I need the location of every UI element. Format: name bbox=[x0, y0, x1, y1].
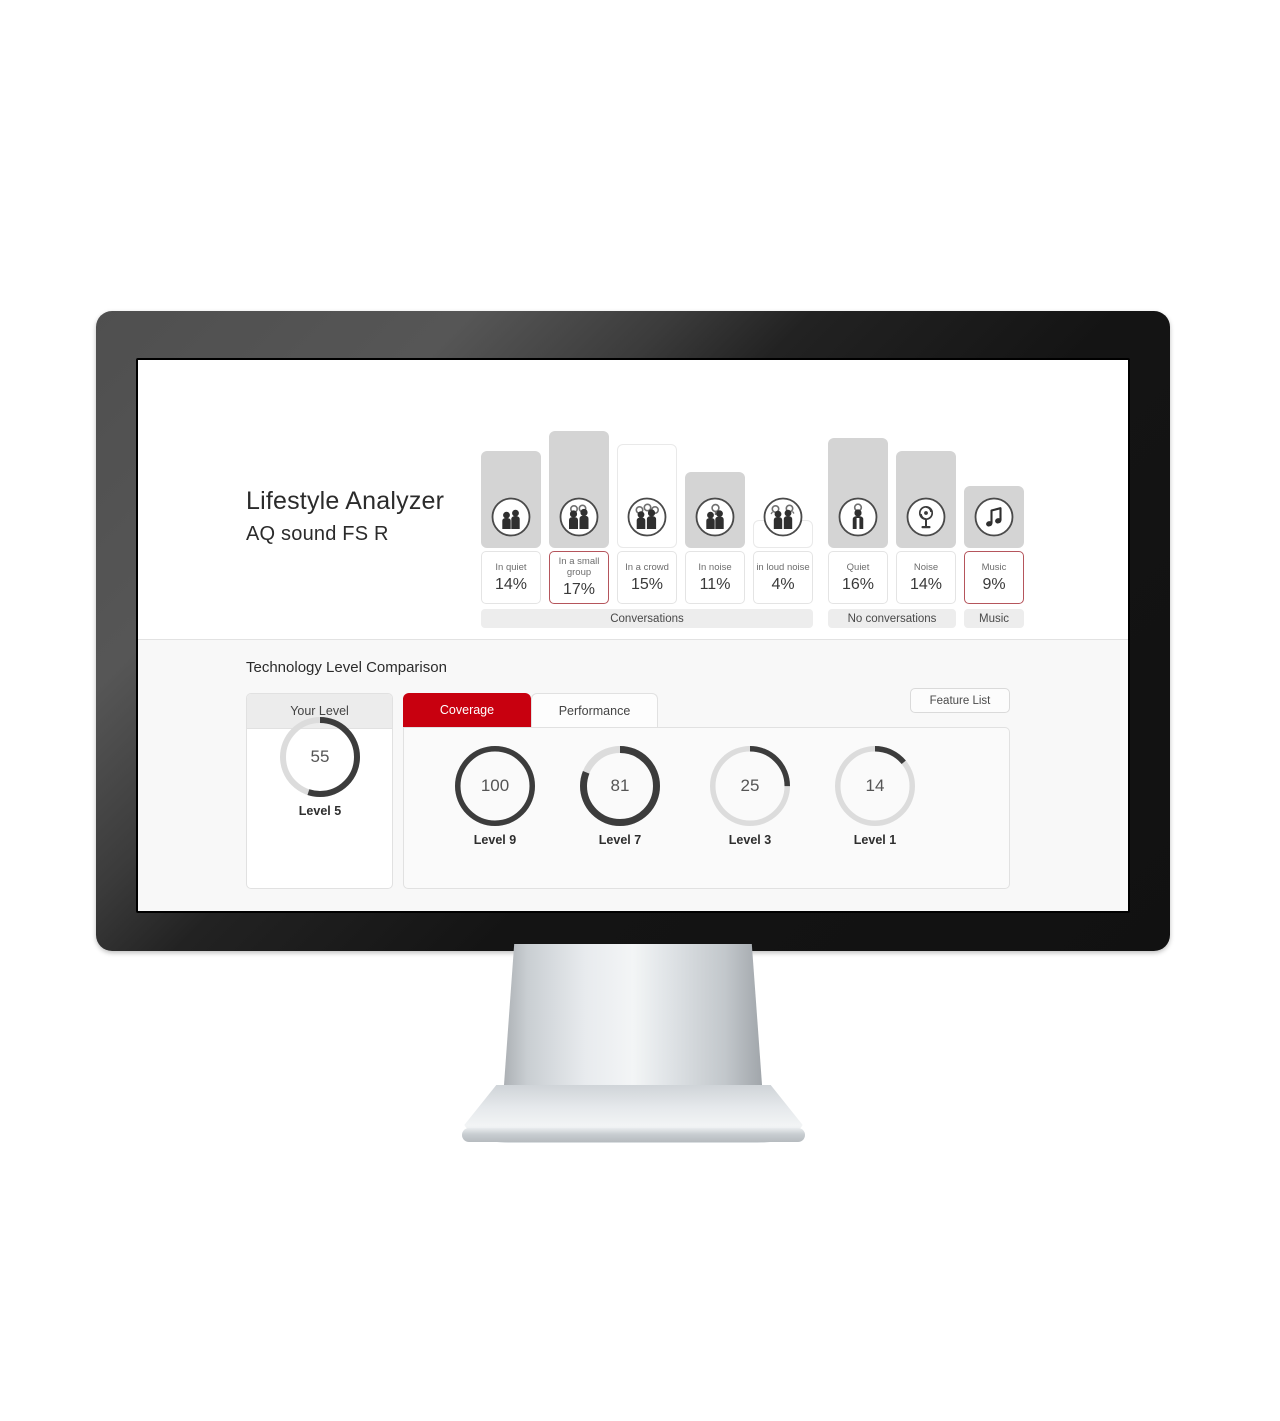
bar-column[interactable] bbox=[896, 417, 956, 548]
level-ring-cell[interactable]: 81 Level 7 bbox=[564, 745, 676, 847]
value-box-percent: 16% bbox=[841, 575, 875, 593]
value-box-label: In a crowd bbox=[625, 561, 669, 573]
value-box-label: In quiet bbox=[495, 561, 527, 573]
value-box-label: Quiet bbox=[846, 561, 870, 573]
value-box-percent: 9% bbox=[982, 575, 1006, 593]
level-ring-value: 55 bbox=[310, 747, 330, 766]
bar-column[interactable] bbox=[685, 417, 745, 548]
level-ring-label: Level 3 bbox=[728, 833, 772, 847]
page-subtitle: AQ sound FS R bbox=[246, 523, 389, 545]
bar-column[interactable] bbox=[481, 417, 541, 548]
screen: Lifestyle Analyzer AQ sound FS R In quie… bbox=[138, 360, 1128, 911]
category-group[interactable]: Conversations bbox=[481, 609, 813, 628]
level-ring-label: Level 7 bbox=[598, 833, 642, 847]
level-ring-cell[interactable]: 25 Level 3 bbox=[694, 745, 806, 847]
bar-column[interactable] bbox=[828, 417, 888, 548]
title-block: Lifestyle Analyzer AQ sound FS R bbox=[246, 487, 444, 546]
value-box[interactable]: Noise 14% bbox=[896, 551, 956, 604]
level-ring-value: 14 bbox=[865, 776, 885, 795]
value-box-label: Noise bbox=[913, 561, 939, 573]
value-box[interactable]: In quiet 14% bbox=[481, 551, 541, 604]
value-box[interactable]: In noise 11% bbox=[685, 551, 745, 604]
tab-coverage[interactable]: Coverage bbox=[403, 693, 531, 727]
level-ring: 81 bbox=[579, 745, 661, 827]
value-box[interactable]: In a small group 17% bbox=[549, 551, 609, 604]
monitor-frame: Lifestyle Analyzer AQ sound FS R In quie… bbox=[96, 311, 1170, 951]
category-group-row: Conversations No conversations Music bbox=[481, 609, 1026, 628]
bar-column[interactable] bbox=[549, 417, 609, 548]
value-box-label: Music bbox=[981, 561, 1007, 573]
value-box[interactable]: in loud noise 4% bbox=[753, 551, 813, 604]
tab-performance[interactable]: Performance bbox=[531, 693, 658, 727]
monitor-bezel: Lifestyle Analyzer AQ sound FS R In quie… bbox=[136, 358, 1130, 913]
music-note-icon bbox=[973, 496, 1015, 538]
bar-column[interactable] bbox=[753, 417, 813, 548]
bar-column[interactable] bbox=[964, 417, 1024, 548]
two-people-icon bbox=[490, 496, 532, 538]
monitor-stand-base-edge bbox=[462, 1128, 805, 1142]
value-box-percent: 14% bbox=[909, 575, 943, 593]
value-box-row: In quiet 14% In a small group 17% In a crowd… bbox=[481, 551, 1026, 604]
feature-list-button[interactable]: Feature List bbox=[910, 688, 1010, 713]
level-ring-value: 100 bbox=[480, 776, 510, 795]
level-ring-value: 25 bbox=[740, 776, 760, 795]
technology-rings-panel: 100 Level 9 81 Level 7 25 Level 3 14 Level 1 bbox=[403, 727, 1010, 889]
level-ring-cell[interactable]: 14 Level 1 bbox=[819, 745, 931, 847]
value-box-label: In a small group bbox=[558, 556, 600, 578]
single-person-quiet-icon bbox=[837, 496, 879, 538]
section-title: Technology Level Comparison bbox=[246, 659, 447, 676]
person-noise-icon bbox=[694, 496, 736, 538]
category-group[interactable]: Music bbox=[964, 609, 1024, 628]
value-box[interactable]: Music 9% bbox=[964, 551, 1024, 604]
fan-noise-icon bbox=[905, 496, 947, 538]
level-ring-cell[interactable]: 100 Level 9 bbox=[439, 745, 551, 847]
technology-level-panel: Technology Level Comparison Your Level 5… bbox=[138, 640, 1128, 911]
level-ring-label: Level 9 bbox=[473, 833, 517, 847]
value-box-label: In noise bbox=[698, 561, 732, 573]
value-box-percent: 15% bbox=[630, 575, 664, 593]
lifestyle-analyzer-panel: Lifestyle Analyzer AQ sound FS R In quie… bbox=[138, 360, 1128, 639]
value-box[interactable]: Quiet 16% bbox=[828, 551, 888, 604]
level-ring: 14 bbox=[834, 745, 916, 827]
value-box-percent: 17% bbox=[562, 581, 596, 598]
small-group-icon bbox=[558, 496, 600, 538]
value-box-label: in loud noise bbox=[756, 561, 810, 573]
level-ring: 100 bbox=[454, 745, 536, 827]
bar-group bbox=[481, 417, 1026, 548]
value-box[interactable]: In a crowd 15% bbox=[617, 551, 677, 604]
value-box-percent: 4% bbox=[771, 575, 795, 593]
value-box-percent: 14% bbox=[494, 575, 528, 593]
level-ring-value: 81 bbox=[610, 776, 630, 795]
bar-column[interactable] bbox=[617, 417, 677, 548]
level-ring: 55 bbox=[279, 716, 361, 798]
value-box-percent: 11% bbox=[699, 575, 731, 593]
level-ring-label: Level 5 bbox=[298, 804, 342, 818]
crowd-icon bbox=[626, 496, 668, 538]
category-group[interactable]: No conversations bbox=[828, 609, 956, 628]
page-title: Lifestyle Analyzer bbox=[246, 487, 445, 515]
tab-bar: Coverage Performance bbox=[403, 693, 658, 727]
level-ring-cell[interactable]: 55 Level 5 bbox=[264, 716, 376, 818]
level-ring: 25 bbox=[709, 745, 791, 827]
lifestyle-bar-chart: In quiet 14% In a small group 17% In a crowd… bbox=[481, 417, 1026, 628]
loud-noise-icon bbox=[762, 496, 804, 538]
level-ring-label: Level 1 bbox=[853, 833, 897, 847]
your-level-card: Your Level 55 Level 5 bbox=[246, 693, 393, 889]
